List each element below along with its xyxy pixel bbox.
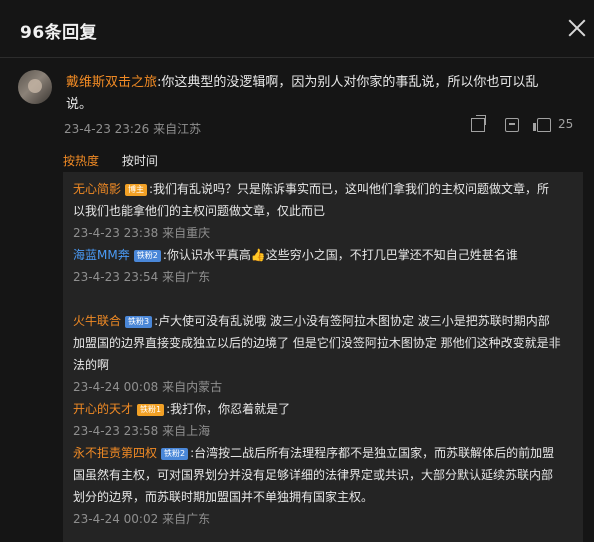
reply-text-block: 开心的天才 铁粉1:我打你，你忍着就是了 <box>73 398 561 420</box>
panel-header: 96条回复 <box>0 0 594 58</box>
reply-time: 23-4-23 23:54 <box>73 270 159 284</box>
reply-username[interactable]: 无心简影 <box>73 182 121 196</box>
reply-username[interactable]: 火牛联合 <box>73 314 121 328</box>
reply-text-block: 火牛联合 铁粉3:卢大使可没有乱说哦 波三小没有签阿拉木图协定 波三小是把苏联时期… <box>73 310 561 376</box>
reply-location: 来自重庆 <box>162 226 211 240</box>
reply-text: :我打你，你忍着就是了 <box>166 402 291 416</box>
reply-item: 无心简影 博主:我们有乱说吗？只是陈诉事实而已，这叫他们拿我们的主权问题做文章，所… <box>73 178 561 244</box>
reply-meta: 23-4-23 23:54 来自广东 <box>73 266 561 288</box>
reply-list: 无心简影 博主:我们有乱说吗？只是陈诉事实而已，这叫他们拿我们的主权问题做文章，所… <box>63 172 583 542</box>
main-comment-meta: 23-4-23 23:26 来自江苏 <box>64 120 201 137</box>
tab-sort-time[interactable]: 按时间 <box>122 154 158 168</box>
reply-username[interactable]: 开心的天才 <box>73 402 133 416</box>
reply-time: 23-4-23 23:58 <box>73 424 159 438</box>
sort-tabs: 按热度 按时间 <box>63 152 158 169</box>
fan-badge: 铁粉2 <box>133 250 161 262</box>
scroll-fade <box>63 522 583 542</box>
reply-meta: 23-4-23 23:38 来自重庆 <box>73 222 561 244</box>
reply-text-block: 永不拒责第四权 铁粉2:台湾按二战后所有法理程序都不是独立国家，而苏联解体后的前加… <box>73 442 561 508</box>
reply-time: 23-4-23 23:38 <box>73 226 159 240</box>
main-comment-time: 23-4-23 23:26 <box>64 122 150 136</box>
thumb-up-icon[interactable] <box>533 118 551 132</box>
share-icon[interactable] <box>471 118 485 132</box>
tab-sort-hot[interactable]: 按热度 <box>63 154 99 168</box>
reply-username[interactable]: 海蓝MM奔 <box>73 248 130 262</box>
main-comment-username[interactable]: 戴维斯双击之旅 <box>66 75 157 90</box>
comment-icon[interactable] <box>505 118 519 132</box>
avatar[interactable] <box>18 70 52 104</box>
reply-item: 海蓝MM奔 铁粉2:你认识水平真高👍这些穷小之国，不打几巴掌还不知自己姓甚名谁 2… <box>73 244 561 288</box>
reply-meta: 23-4-24 00:08 来自内蒙古 <box>73 376 561 398</box>
reply-text: :你认识水平真高👍这些穷小之国，不打几巴掌还不知自己姓甚名谁 <box>162 248 518 262</box>
fan-badge: 铁粉3 <box>125 316 153 328</box>
close-icon[interactable] <box>568 19 586 37</box>
main-comment-location: 来自江苏 <box>153 122 202 136</box>
reply-username[interactable]: 永不拒责第四权 <box>73 446 157 460</box>
fan-badge: 铁粉2 <box>161 448 189 460</box>
author-badge: 博主 <box>125 184 148 196</box>
main-comment-text-block: 戴维斯双击之旅:你这典型的没逻辑啊，因为别人对你家的事乱说，所以你也可以乱说。 <box>66 72 564 116</box>
reply-item: 开心的天才 铁粉1:我打你，你忍着就是了 23-4-23 23:58 来自上海 <box>73 398 561 442</box>
comment-actions: 25 <box>461 117 573 136</box>
reply-meta: 23-4-23 23:58 来自上海 <box>73 420 561 442</box>
reply-text-block: 海蓝MM奔 铁粉2:你认识水平真高👍这些穷小之国，不打几巴掌还不知自己姓甚名谁 <box>73 244 561 266</box>
panel-title: 96条回复 <box>20 23 98 43</box>
reply-location: 来自上海 <box>162 424 211 438</box>
reply-location: 来自内蒙古 <box>162 380 223 394</box>
reply-time: 23-4-24 00:08 <box>73 380 159 394</box>
reply-text-block: 无心简影 博主:我们有乱说吗？只是陈诉事实而已，这叫他们拿我们的主权问题做文章，所… <box>73 178 561 222</box>
fan-badge: 铁粉1 <box>137 404 165 416</box>
like-count: 25 <box>558 117 574 131</box>
reply-panel: 96条回复 戴维斯双击之旅:你这典型的没逻辑啊，因为别人对你家的事乱说，所以你也… <box>0 0 594 542</box>
reply-item: 火牛联合 铁粉3:卢大使可没有乱说哦 波三小没有签阿拉木图协定 波三小是把苏联时期… <box>73 310 561 398</box>
reply-location: 来自广东 <box>162 270 211 284</box>
reply-item: 永不拒责第四权 铁粉2:台湾按二战后所有法理程序都不是独立国家，而苏联解体后的前加… <box>73 442 561 530</box>
